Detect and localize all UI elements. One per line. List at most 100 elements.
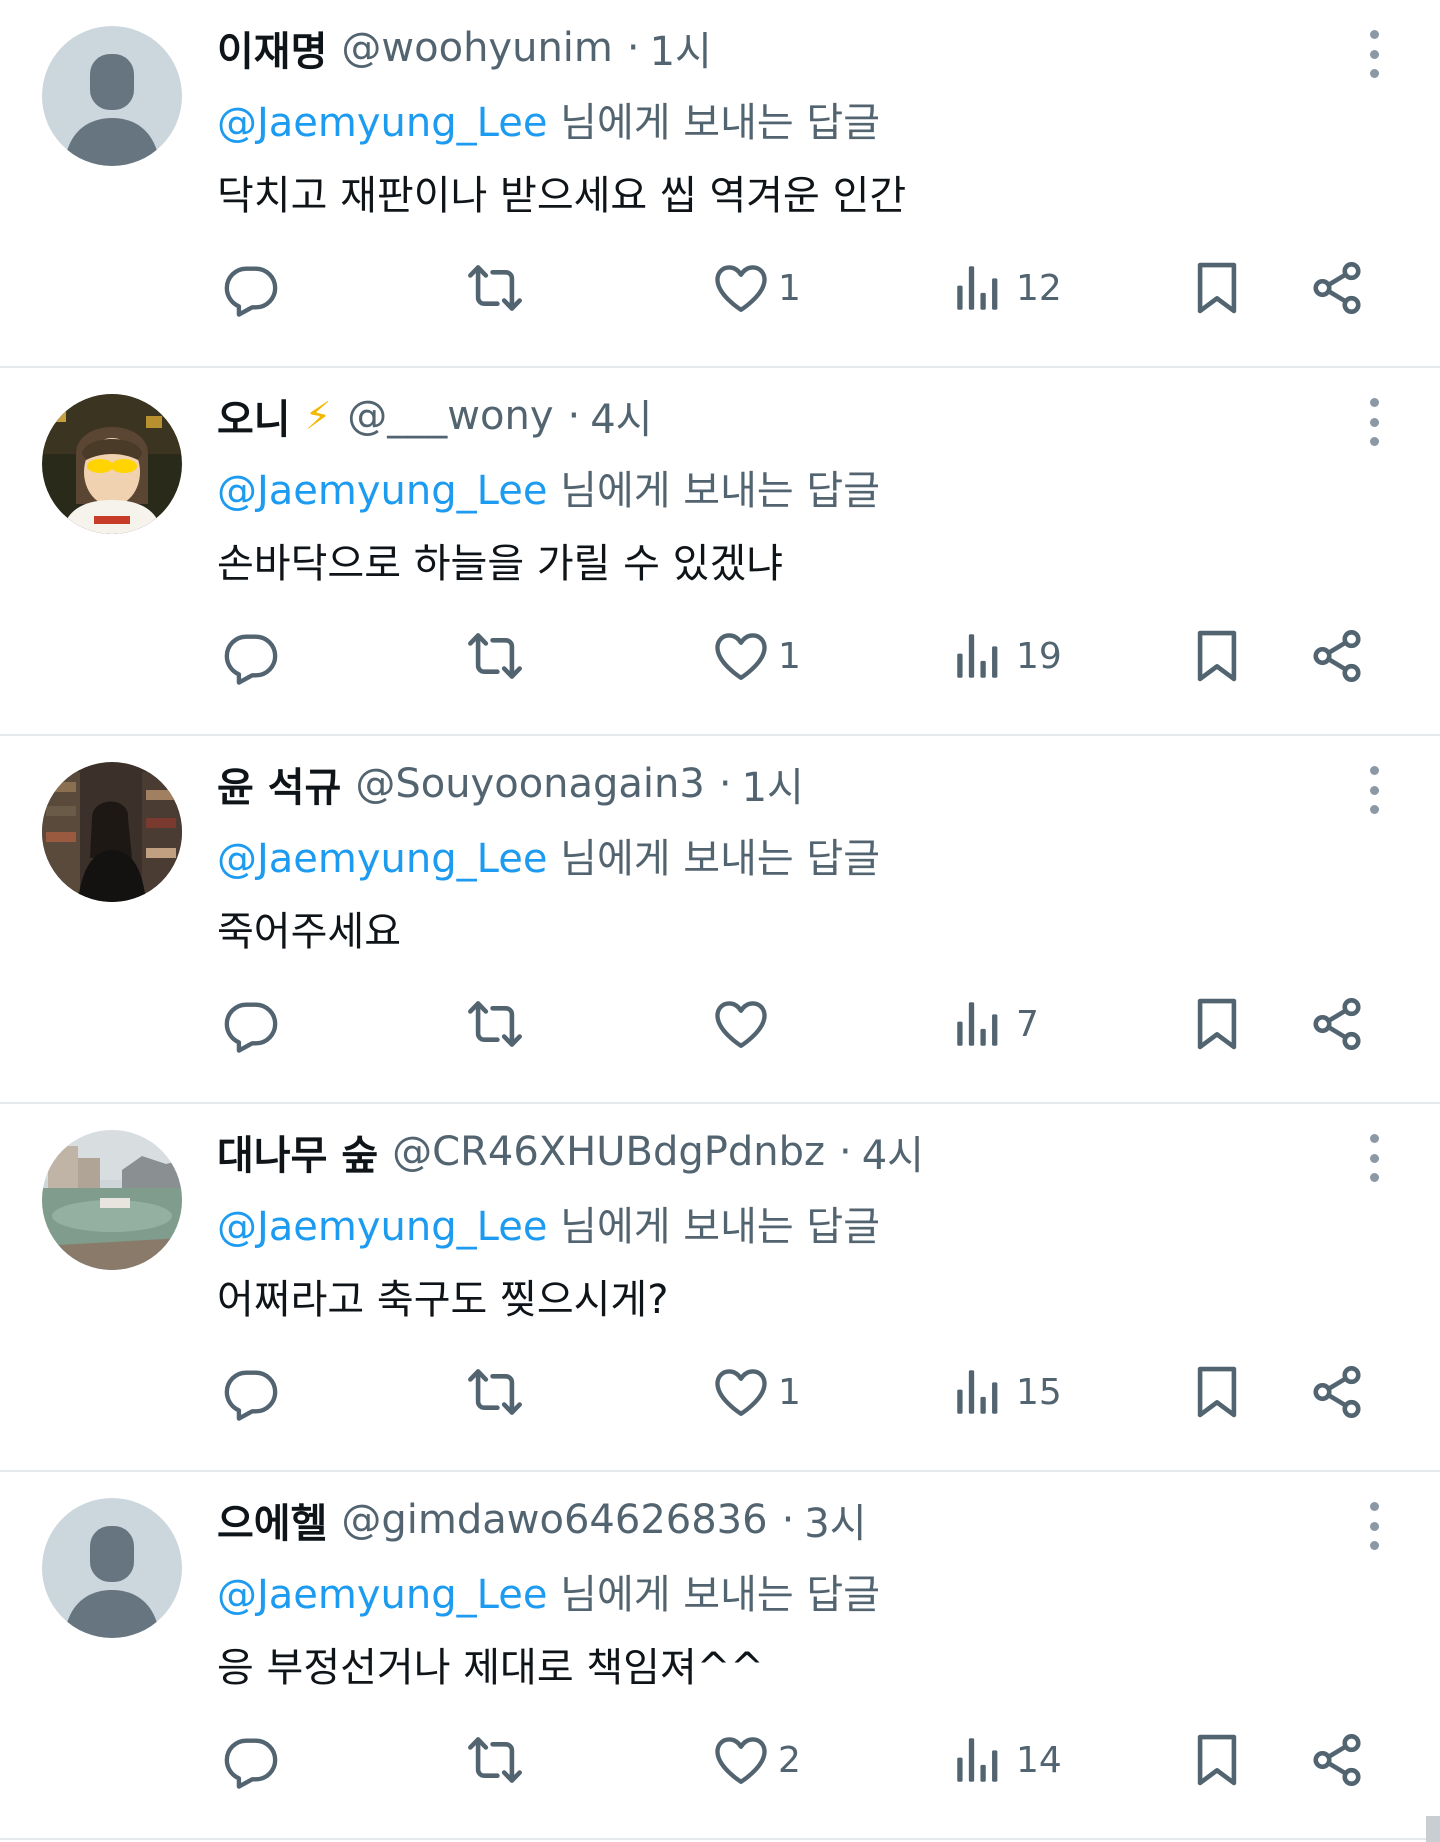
reply-feed: 이재명 @woohyunim · 1시 @Jaemyung_Lee 님에게 보내…	[0, 0, 1440, 1840]
mention-link[interactable]: @Jaemyung_Lee	[217, 1572, 547, 1618]
retweet-button[interactable]	[466, 1728, 524, 1792]
share-button[interactable]	[1308, 1728, 1366, 1792]
more-vertical-icon[interactable]	[1364, 1502, 1384, 1550]
reply-button[interactable]	[222, 256, 280, 320]
views-icon	[957, 1738, 998, 1782]
reply-tweet[interactable]: 으에헬 @gimdawo64626836 · 3시 @Jaemyung_Lee …	[0, 1472, 1440, 1840]
display-name[interactable]: 오니	[217, 387, 291, 445]
views-button[interactable]: 7	[950, 992, 1039, 1056]
timestamp[interactable]: 4시	[862, 1123, 924, 1181]
like-button[interactable]: 1	[712, 1360, 801, 1424]
replying-to-suffix: 님에게 보내는 답글	[547, 468, 880, 514]
tweet-text: 응 부정선거나 제대로 책임져^^	[217, 1645, 764, 1691]
views-count: 7	[1016, 1003, 1039, 1045]
tweet-text: 손바닥으로 하늘을 가릴 수 있겠냐	[217, 541, 784, 587]
bookmark-button[interactable]	[1188, 1360, 1246, 1424]
views-button[interactable]: 14	[950, 1728, 1062, 1792]
reply-icon	[224, 1370, 278, 1421]
share-button[interactable]	[1308, 992, 1366, 1056]
more-vertical-icon[interactable]	[1364, 30, 1384, 78]
mention-link[interactable]: @Jaemyung_Lee	[217, 1204, 547, 1250]
display-name[interactable]: 대나무 숲	[217, 1123, 378, 1181]
bookmark-button[interactable]	[1188, 624, 1246, 688]
reply-icon	[224, 266, 278, 317]
avatar[interactable]	[42, 26, 182, 166]
share-icon	[1313, 998, 1361, 1050]
share-button[interactable]	[1308, 256, 1366, 320]
timestamp[interactable]: 1시	[650, 19, 712, 77]
separator-dot: ·	[626, 25, 640, 71]
views-count: 12	[1016, 267, 1062, 309]
views-button[interactable]: 12	[950, 256, 1062, 320]
mention-link[interactable]: @Jaemyung_Lee	[217, 468, 547, 514]
user-handle[interactable]: @Souyoonagain3	[355, 761, 705, 807]
retweet-button[interactable]	[466, 256, 524, 320]
avatar[interactable]	[42, 394, 182, 534]
reply-tweet[interactable]: 오니 ⚡ @___wony · 4시 @Jaemyung_Lee 님에게 보내는…	[0, 368, 1440, 736]
more-vertical-icon[interactable]	[1364, 766, 1384, 814]
separator-dot: ·	[718, 761, 732, 807]
views-button[interactable]: 19	[950, 624, 1062, 688]
heart-icon	[715, 1369, 767, 1416]
bookmark-button[interactable]	[1188, 992, 1246, 1056]
user-handle[interactable]: @gimdawo64626836	[341, 1497, 767, 1543]
share-icon	[1313, 630, 1361, 682]
display-name[interactable]: 윤 석규	[217, 755, 341, 813]
replying-to-suffix: 님에게 보내는 답글	[547, 1572, 880, 1618]
like-count: 1	[778, 635, 801, 677]
share-button[interactable]	[1308, 1360, 1366, 1424]
retweet-icon	[468, 1737, 522, 1783]
tweet-header: 이재명 @woohyunim · 1시	[217, 18, 712, 78]
mention-link[interactable]: @Jaemyung_Lee	[217, 100, 547, 146]
timestamp[interactable]: 3시	[804, 1491, 866, 1549]
like-button[interactable]: 2	[712, 1728, 801, 1792]
user-handle[interactable]: @woohyunim	[341, 25, 612, 71]
reply-tweet[interactable]: 대나무 숲 @CR46XHUBdgPdnbz · 4시 @Jaemyung_Le…	[0, 1104, 1440, 1472]
like-button[interactable]	[712, 992, 778, 1056]
replying-to: @Jaemyung_Lee 님에게 보내는 답글	[217, 90, 880, 148]
retweet-icon	[468, 1001, 522, 1047]
replying-to: @Jaemyung_Lee 님에게 보내는 답글	[217, 458, 880, 516]
heart-icon	[715, 1001, 767, 1048]
user-handle[interactable]: @___wony	[347, 393, 553, 439]
views-icon	[957, 266, 998, 310]
scrollbar-thumb[interactable]	[1426, 1816, 1440, 1842]
like-button[interactable]: 1	[712, 624, 801, 688]
bookmark-button[interactable]	[1188, 1728, 1246, 1792]
avatar[interactable]	[42, 1130, 182, 1270]
retweet-icon	[468, 265, 522, 311]
bookmark-icon	[1197, 630, 1237, 682]
retweet-button[interactable]	[466, 992, 524, 1056]
avatar[interactable]	[42, 1498, 182, 1638]
reply-button[interactable]	[222, 1360, 280, 1424]
timestamp[interactable]: 1시	[742, 755, 804, 813]
more-vertical-icon[interactable]	[1364, 398, 1384, 446]
avatar[interactable]	[42, 762, 182, 902]
reply-button[interactable]	[222, 624, 280, 688]
retweet-button[interactable]	[466, 624, 524, 688]
reply-tweet[interactable]: 이재명 @woohyunim · 1시 @Jaemyung_Lee 님에게 보내…	[0, 0, 1440, 368]
display-name[interactable]: 으에헬	[217, 1491, 327, 1549]
reply-button[interactable]	[222, 1728, 280, 1792]
heart-icon	[715, 265, 767, 312]
photo-avatar-icon	[42, 1130, 182, 1270]
more-vertical-icon[interactable]	[1364, 1134, 1384, 1182]
retweet-button[interactable]	[466, 1360, 524, 1424]
views-button[interactable]: 15	[950, 1360, 1062, 1424]
user-handle[interactable]: @CR46XHUBdgPdnbz	[392, 1129, 825, 1175]
like-count: 1	[778, 1371, 801, 1413]
like-button[interactable]: 1	[712, 256, 801, 320]
tweet-header: 윤 석규 @Souyoonagain3 · 1시	[217, 754, 804, 814]
separator-dot: ·	[567, 393, 581, 439]
bookmark-button[interactable]	[1188, 256, 1246, 320]
mention-link[interactable]: @Jaemyung_Lee	[217, 836, 547, 882]
retweet-icon	[468, 1369, 522, 1415]
reply-tweet[interactable]: 윤 석규 @Souyoonagain3 · 1시 @Jaemyung_Lee 님…	[0, 736, 1440, 1104]
share-button[interactable]	[1308, 624, 1366, 688]
timestamp[interactable]: 4시	[590, 387, 652, 445]
like-count: 1	[778, 267, 801, 309]
share-icon	[1313, 1734, 1361, 1786]
views-count: 19	[1016, 635, 1062, 677]
reply-button[interactable]	[222, 992, 280, 1056]
display-name[interactable]: 이재명	[217, 19, 327, 77]
